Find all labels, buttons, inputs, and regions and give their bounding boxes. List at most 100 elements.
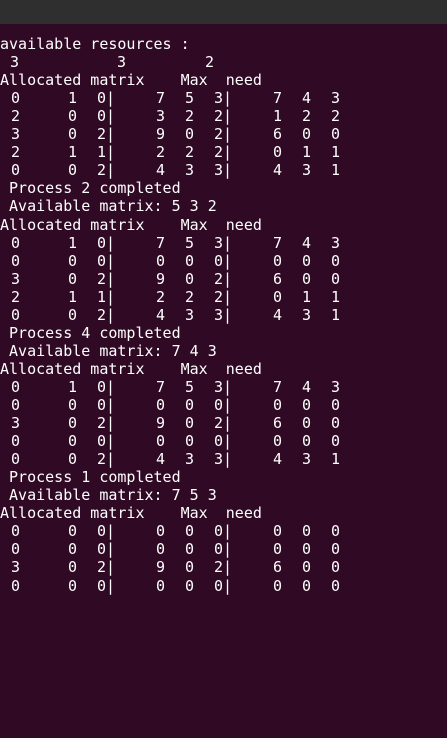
matrix-cell: 3 xyxy=(11,414,21,433)
matrix-row: 0 0 0| 0 0 0| 0 0 0 xyxy=(0,252,447,270)
matrix-cell: 0| xyxy=(214,576,233,595)
matrix-cell: 1 xyxy=(331,305,341,324)
matrix-cell: 2 xyxy=(331,107,341,126)
matrix-cell: 9 xyxy=(156,125,166,144)
matrix-cell: 0 xyxy=(331,522,341,541)
matrix-cell: 0| xyxy=(214,540,233,559)
matrix-cell: 0| xyxy=(97,89,116,108)
matrix-cell: 2 xyxy=(11,143,21,162)
matrix-cell: 3| xyxy=(214,450,233,469)
matrix-cell: 4 xyxy=(302,89,312,108)
matrix-cell: 1 xyxy=(331,450,341,469)
matrix-cell: 2 xyxy=(11,287,21,306)
matrix-cell: 0 xyxy=(68,558,78,577)
matrix-row: 3 0 2| 9 0 2| 6 0 0 xyxy=(0,270,447,288)
available-value: 3 xyxy=(117,53,127,72)
terminal-titlebar xyxy=(0,0,447,24)
available-value: 3 xyxy=(10,53,20,72)
matrix-cell: 0 xyxy=(331,540,341,559)
matrix-cell: 0 xyxy=(302,251,312,270)
matrix-cell: 0 xyxy=(156,540,166,559)
matrix-cell: 2| xyxy=(214,269,233,288)
matrix-cell: 2 xyxy=(156,143,166,162)
available-matrix-line: Available matrix: 5 3 2 xyxy=(0,197,217,216)
matrix-cell: 0 xyxy=(11,305,21,324)
matrix-cell: 0 xyxy=(68,576,78,595)
matrix-cell: 0 xyxy=(185,125,195,144)
matrix-cell: 0 xyxy=(331,125,341,144)
matrix-cell: 0 xyxy=(302,522,312,541)
matrix-cell: 0 xyxy=(331,558,341,577)
matrix-cell: 7 xyxy=(273,89,283,108)
matrix-cell: 0 xyxy=(331,414,341,433)
matrix-cell: 7 xyxy=(156,233,166,252)
matrix-cell: 1 xyxy=(273,107,283,126)
matrix-cell: 0 xyxy=(68,161,78,180)
matrix-cell: 4 xyxy=(156,305,166,324)
matrix-cell: 6 xyxy=(273,269,283,288)
matrix-cell: 0 xyxy=(302,269,312,288)
matrix-cell: 5 xyxy=(185,233,195,252)
matrix-cell: 3 xyxy=(185,305,195,324)
available-value: 2 xyxy=(205,53,215,72)
matrix-cell: 0 xyxy=(185,558,195,577)
matrix-row: 0 1 0| 7 5 3| 7 4 3 xyxy=(0,234,447,252)
matrix-cell: 2| xyxy=(97,125,116,144)
matrix-cell: 3 xyxy=(302,161,312,180)
matrix-cell: 0 xyxy=(273,540,283,559)
matrix-cell: 0 xyxy=(331,251,341,270)
matrix-cell: 0| xyxy=(97,432,116,451)
matrix-row: 0 0 2| 4 3 3| 4 3 1 xyxy=(0,161,447,179)
matrix-row: 0 1 0| 7 5 3| 7 4 3 xyxy=(0,378,447,396)
matrix-cell: 2 xyxy=(156,287,166,306)
matrix-cell: 0| xyxy=(97,377,116,396)
matrix-cell: 0 xyxy=(273,522,283,541)
matrix-row: 0 0 0| 0 0 0| 0 0 0 xyxy=(0,432,447,450)
matrix-cell: 0 xyxy=(11,89,21,108)
matrix-cell: 0 xyxy=(68,251,78,270)
matrix-cell: 0 xyxy=(68,432,78,451)
matrix-cell: 4 xyxy=(302,233,312,252)
matrix-cell: 0| xyxy=(97,522,116,541)
matrix-header: Allocated matrix Max need xyxy=(0,215,262,234)
matrix-row: 3 0 2| 9 0 2| 6 0 0 xyxy=(0,125,447,143)
matrix-cell: 7 xyxy=(156,89,166,108)
matrix-cell: 0 xyxy=(68,305,78,324)
matrix-cell: 1 xyxy=(302,287,312,306)
matrix-cell: 5 xyxy=(185,89,195,108)
matrix-cell: 4 xyxy=(302,377,312,396)
matrix-cell: 2| xyxy=(97,558,116,577)
matrix-cell: 0| xyxy=(214,522,233,541)
matrix-cell: 1 xyxy=(331,143,341,162)
matrix-cell: 2| xyxy=(97,414,116,433)
matrix-row: 3 0 2| 9 0 2| 6 0 0 xyxy=(0,558,447,576)
matrix-cell: 6 xyxy=(273,414,283,433)
matrix-cell: 3 xyxy=(185,450,195,469)
matrix-cell: 0 xyxy=(273,396,283,414)
matrix-cell: 1 xyxy=(68,287,78,306)
matrix-cell: 3 xyxy=(331,233,341,252)
available-resources-values: 3 3 2 xyxy=(0,53,447,71)
matrix-cell: 2| xyxy=(214,414,233,433)
matrix-cell: 0 xyxy=(331,576,341,595)
matrix-cell: 7 xyxy=(156,377,166,396)
matrix-cell: 0 xyxy=(11,450,21,469)
matrix-cell: 0| xyxy=(214,396,233,414)
matrix-cell: 0 xyxy=(11,233,21,252)
matrix-cell: 0 xyxy=(68,522,78,541)
matrix-cell: 0 xyxy=(185,432,195,451)
matrix-cell: 2| xyxy=(97,161,116,180)
process-completed-line: Process 1 completed xyxy=(0,468,181,487)
matrix-cell: 0 xyxy=(185,396,195,414)
matrix-cell: 2 xyxy=(11,107,21,126)
matrix-cell: 1 xyxy=(68,377,78,396)
matrix-cell: 0 xyxy=(11,522,21,541)
matrix-cell: 1 xyxy=(302,143,312,162)
matrix-cell: 3 xyxy=(11,125,21,144)
matrix-cell: 0 xyxy=(273,287,283,306)
matrix-cell: 0 xyxy=(273,432,283,451)
matrix-cell: 0 xyxy=(68,540,78,559)
matrix-cell: 0| xyxy=(97,251,116,270)
matrix-cell: 2| xyxy=(97,305,116,324)
matrix-cell: 6 xyxy=(273,125,283,144)
